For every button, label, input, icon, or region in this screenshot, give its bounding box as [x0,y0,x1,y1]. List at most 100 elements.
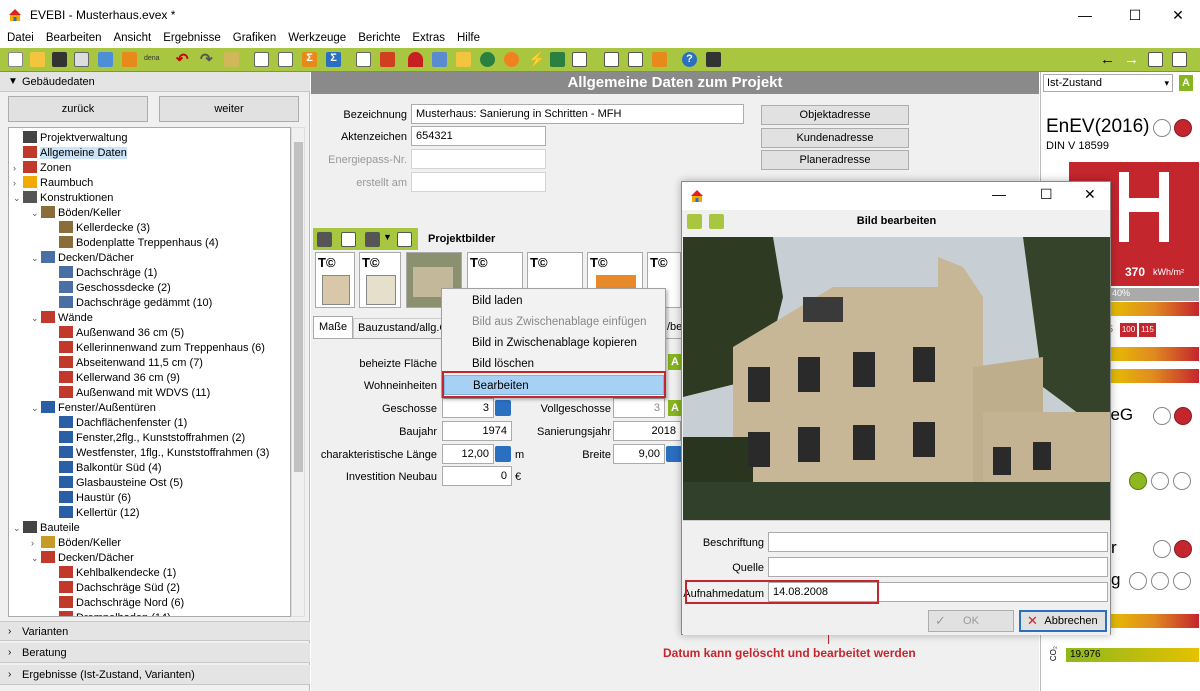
menu-ergebnisse[interactable]: Ergebnisse [156,30,226,44]
tree-item[interactable]: ⌄ Böden/Keller [31,206,121,221]
breite-field[interactable]: 9,00 [613,444,665,464]
dialog-minimize-button[interactable]: — [992,186,1006,202]
menu-datei[interactable]: Datei [0,30,39,44]
thumbnail-2[interactable]: T© [359,252,401,308]
tree-item[interactable]: ⌄ Fenster/Außentüren [31,401,156,416]
section-beratung[interactable]: › Beratung [0,643,310,663]
tree-item[interactable]: Dachschräge Nord (6) [49,596,184,611]
tree-item[interactable]: Allgemeine Daten [13,146,127,161]
image-settings-icon[interactable] [397,232,412,247]
tree-item[interactable]: Außenwand 36 cm (5) [49,326,184,341]
menu-berichte[interactable]: Berichte [351,30,405,44]
dropdown-arrow-icon[interactable]: ▼ [383,232,392,242]
objektadresse-button[interactable]: Objektadresse [761,105,909,125]
lightning-icon[interactable]: ⚡ [528,52,545,67]
section-ergebnisse[interactable]: › Ergebnisse (Ist-Zustand, Varianten) [0,665,310,685]
char-laenge-field[interactable]: 12,00 [442,444,494,464]
minimize-button[interactable]: — [1062,0,1108,30]
expand-toggle-icon[interactable]: ⌄ [31,401,41,416]
tree-item[interactable]: Fenster,2flg., Kunststoffrahmen (2) [49,431,245,446]
quelle-field[interactable] [768,557,1108,577]
tree-item[interactable]: Haustür (6) [49,491,131,506]
pencil-icon[interactable] [495,400,511,416]
tree-item[interactable]: Dachflächenfenster (1) [49,416,187,431]
sum-blue-icon[interactable]: Σ [326,52,341,67]
state-select[interactable]: Ist-Zustand ▾ [1043,74,1173,92]
menu-werkzeuge[interactable]: Werkzeuge [281,30,351,44]
print-icon[interactable] [604,52,619,67]
export-tool-icon[interactable] [652,52,667,67]
expand-toggle-icon[interactable]: › [13,161,23,176]
import-icon[interactable] [98,52,113,67]
tree-item[interactable]: Kellerwand 36 cm (9) [49,371,180,386]
dialog-close-button[interactable]: ✕ [1084,186,1096,203]
ok-button[interactable]: ✓ OK [928,610,1014,632]
tree-item[interactable]: Projektverwaltung [13,131,127,146]
a-button-state[interactable]: A [1179,75,1193,91]
cancel-button[interactable]: ✕ Abbrechen [1019,610,1107,632]
tree-item[interactable]: ⌄ Wände [31,311,93,326]
export-arrow-icon[interactable] [1148,52,1163,67]
kundenadresse-button[interactable]: Kundenadresse [761,128,909,148]
menu-bearbeiten[interactable]: Bearbeiten [39,30,107,44]
section-gebaeudedaten[interactable]: ▼ Gebäudedaten [0,72,310,92]
menu-item-bild-einfuegen[interactable]: Bild aus Zwischenablage einfügen [444,312,664,332]
add-image-icon[interactable] [317,232,332,247]
beschriftung-field[interactable] [768,532,1108,552]
tree-item[interactable]: Geschossdecke (2) [49,281,171,296]
sum-icon[interactable]: Σ [302,52,317,67]
help-icon[interactable]: ? [682,52,697,67]
thumbnail-1[interactable]: T© [315,252,355,308]
redo-icon[interactable]: ↷ [200,52,215,67]
heat-icon[interactable] [504,52,519,67]
planeradresse-button[interactable]: Planeradresse [761,150,909,170]
copy-icon[interactable] [74,52,89,67]
dena-label[interactable]: dena [144,55,160,62]
globe-icon[interactable] [480,52,495,67]
tree-item[interactable]: Abseitenwand 11,5 cm (7) [49,356,203,371]
expand-toggle-icon[interactable]: ⌄ [31,251,41,266]
tree-item[interactable]: ⌄ Decken/Dächer [31,251,134,266]
paste-image-icon[interactable] [341,232,356,247]
tab-masse[interactable]: Maße [313,316,353,338]
undo-icon[interactable]: ↶ [176,52,191,67]
tree-item[interactable]: Westfenster, 1flg., Kunststoffrahmen (3) [49,446,269,461]
section-varianten[interactable]: › Varianten [0,621,310,641]
baujahr-field[interactable]: 1974 [442,421,512,441]
tree-item[interactable]: Dachschräge Süd (2) [49,581,180,596]
pencil-icon[interactable] [495,446,511,462]
tree-item[interactable]: Kellerinnenwand zum Treppenhaus (6) [49,341,265,356]
scrollbar-thumb[interactable] [294,142,303,472]
tree-item[interactable]: ⌄ Bauteile [13,521,80,536]
wizard-icon[interactable] [224,52,239,67]
tree-item[interactable]: Drempelboden (14) [49,611,171,616]
vollgeschosse-field[interactable]: 3 [613,398,665,418]
open-folder-icon[interactable] [30,52,45,67]
close-button[interactable]: ✕ [1155,0,1200,30]
tree-item[interactable]: Kehlbalkendecke (1) [49,566,176,581]
menu-item-bild-kopieren[interactable]: Bild in Zwischenablage kopieren [444,333,664,353]
tree-item[interactable]: Bodenplatte Treppenhaus (4) [49,236,219,251]
a-button-vollgeschosse[interactable]: A [668,400,682,416]
expand-toggle-icon[interactable]: ⌄ [31,551,41,566]
expand-toggle-icon[interactable]: ⌄ [31,311,41,326]
menu-hilfe[interactable]: Hilfe [450,30,485,44]
expand-toggle-icon[interactable]: ⌄ [31,206,41,221]
forward-button[interactable]: weiter [159,96,299,122]
tree-item[interactable]: Dachschräge gedämmt (10) [49,296,212,311]
aktenzeichen-field[interactable]: 654321 [411,126,546,146]
report-icon[interactable] [356,52,371,67]
tree-item[interactable]: ⌄ Decken/Dächer [31,551,134,566]
calculator-icon[interactable] [706,52,721,67]
tree-item[interactable]: › Raumbuch [13,176,93,191]
export-icon[interactable] [122,52,137,67]
dialog-maximize-button[interactable]: ☐ [1040,186,1053,203]
tree-item[interactable]: Glasbausteine Ost (5) [49,476,183,491]
expand-toggle-icon[interactable]: › [31,536,41,551]
geschosse-field[interactable]: 3 [442,398,494,418]
tree-item[interactable]: › Zonen [13,161,71,176]
tree-item[interactable]: Balkontür Süd (4) [49,461,162,476]
bezeichnung-field[interactable]: Musterhaus: Sanierung in Schritten - MFH [411,104,744,124]
ladder-icon[interactable] [380,52,395,67]
new-file-icon[interactable] [8,52,23,67]
